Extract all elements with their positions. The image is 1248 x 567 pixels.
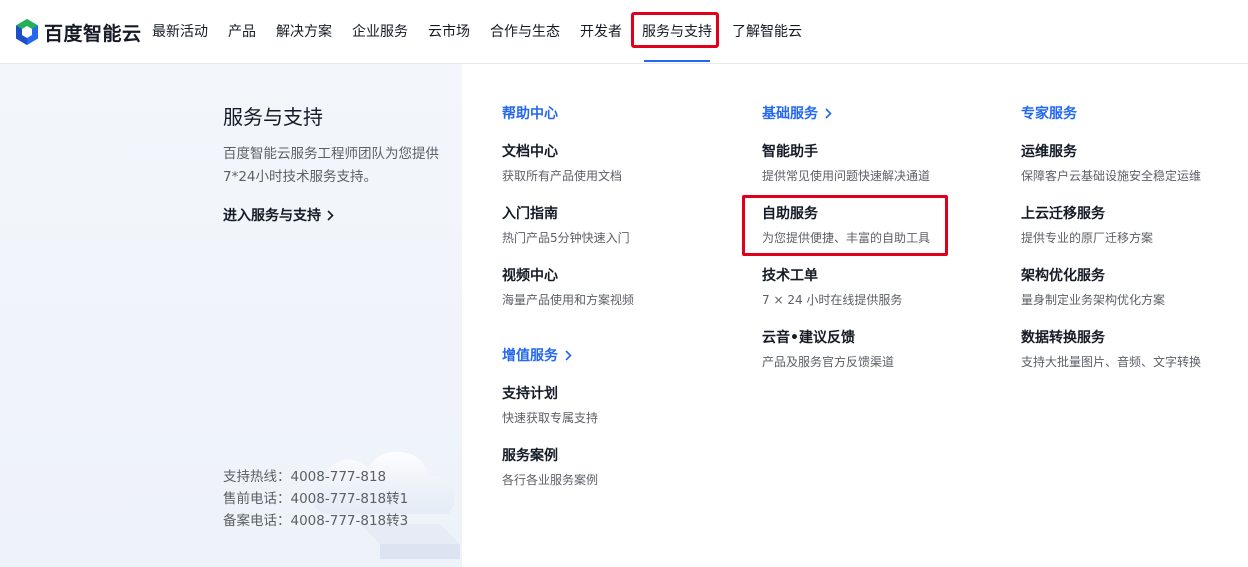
menu-item-feedback[interactable]: 云音•建议反馈 产品及服务官方反馈渠道 (762, 328, 894, 371)
menu-item-title: 入门指南 (502, 206, 558, 222)
nav-solutions[interactable]: 解决方案 (276, 21, 332, 43)
menu-item-desc: 热门产品5分钟快速入门 (502, 231, 630, 245)
menu-item-title: 架构优化服务 (1021, 268, 1105, 284)
nav-latest-events[interactable]: 最新活动 (152, 21, 208, 43)
menu-item-desc: 保障客户云基础设施安全稳定运维 (1021, 169, 1202, 183)
nav-cloud-market[interactable]: 云市场 (428, 21, 470, 43)
menu-item-desc: 提供专业的原厂迁移方案 (1021, 231, 1154, 245)
menu-item-desc: 快速获取专属支持 (502, 411, 599, 425)
expert-services-heading[interactable]: 专家服务 (1021, 103, 1077, 123)
top-navigation: 百度智能云 最新活动 产品 解决方案 企业服务 云市场 合作与生态 开发者 服务… (0, 0, 1248, 64)
menu-item-desc: 获取所有产品使用文档 (502, 169, 623, 183)
menu-item-ops-service[interactable]: 运维服务 保障客户云基础设施安全稳定运维 (1021, 142, 1201, 185)
support-description: 百度智能云服务工程师团队为您提供7*24小时技术服务支持。 (223, 146, 439, 185)
chevron-right-icon (565, 349, 572, 361)
menu-item-title: 运维服务 (1021, 144, 1077, 160)
nav-enterprise-services[interactable]: 企业服务 (352, 21, 408, 43)
basic-services-heading-label: 基础服务 (762, 106, 818, 122)
baidu-cloud-logo-icon (16, 19, 38, 45)
menu-item-data-conversion[interactable]: 数据转换服务 支持大批量图片、音频、文字转换 (1021, 328, 1201, 371)
chevron-right-icon (825, 107, 832, 119)
menu-item-title: 上云迁移服务 (1021, 206, 1105, 222)
enter-support-label: 进入服务与支持 (223, 208, 321, 224)
nav-about-cloud[interactable]: 了解智能云 (732, 21, 802, 43)
menu-item-desc: 提供常见使用问题快速解决通道 (762, 169, 931, 183)
menu-item-tech-ticket[interactable]: 技术工单 7 × 24 小时在线提供服务 (762, 266, 902, 309)
nav-partners-ecosystem[interactable]: 合作与生态 (490, 21, 560, 43)
presales-phone: 售前电话：4008-777-818转1 (223, 491, 409, 507)
support-menu-panel (462, 64, 1248, 567)
menu-item-getting-started[interactable]: 入门指南 热门产品5分钟快速入门 (502, 204, 630, 247)
menu-item-title: 技术工单 (762, 268, 818, 284)
support-hotline: 支持热线：4008-777-818 (223, 469, 387, 485)
menu-item-desc: 为您提供便捷、丰富的自助工具 (762, 231, 931, 245)
menu-item-title: 支持计划 (502, 386, 558, 402)
menu-item-service-cases[interactable]: 服务案例 各行各业服务案例 (502, 446, 598, 489)
menu-item-title: 智能助手 (762, 144, 818, 160)
active-nav-highlight (631, 12, 719, 48)
menu-item-desc: 海量产品使用和方案视频 (502, 293, 635, 307)
menu-item-desc: 支持大批量图片、音频、文字转换 (1021, 355, 1202, 369)
chevron-right-icon (327, 209, 334, 221)
menu-item-support-plan[interactable]: 支持计划 快速获取专属支持 (502, 384, 598, 427)
filing-phone: 备案电话：4008-777-818转3 (223, 513, 409, 529)
menu-item-docs-center[interactable]: 文档中心 获取所有产品使用文档 (502, 142, 622, 185)
menu-item-desc: 产品及服务官方反馈渠道 (762, 355, 895, 369)
help-center-heading-label: 帮助中心 (502, 106, 558, 122)
menu-item-title: 文档中心 (502, 144, 558, 160)
menu-item-video-center[interactable]: 视频中心 海量产品使用和方案视频 (502, 266, 634, 309)
menu-item-self-service[interactable]: 自助服务 为您提供便捷、丰富的自助工具 (762, 204, 930, 247)
menu-item-desc: 7 × 24 小时在线提供服务 (762, 293, 903, 307)
menu-item-architecture-service[interactable]: 架构优化服务 量身制定业务架构优化方案 (1021, 266, 1165, 309)
brand-name: 百度智能云 (44, 22, 142, 45)
help-center-heading[interactable]: 帮助中心 (502, 103, 558, 123)
enter-support-link[interactable]: 进入服务与支持 (223, 205, 334, 225)
support-title: 服务与支持 (223, 105, 323, 129)
active-nav-underline (644, 60, 710, 62)
menu-item-title: 自助服务 (762, 206, 818, 222)
value-added-heading[interactable]: 增值服务 (502, 345, 572, 365)
expert-services-heading-label: 专家服务 (1021, 106, 1077, 122)
menu-item-migration-service[interactable]: 上云迁移服务 提供专业的原厂迁移方案 (1021, 204, 1153, 247)
menu-item-title: 视频中心 (502, 268, 558, 284)
value-added-heading-label: 增值服务 (502, 348, 558, 364)
menu-item-title: 服务案例 (502, 448, 558, 464)
menu-item-title: 数据转换服务 (1021, 330, 1105, 346)
nav-products[interactable]: 产品 (228, 21, 256, 43)
basic-services-heading[interactable]: 基础服务 (762, 103, 832, 123)
menu-item-desc: 各行各业服务案例 (502, 473, 599, 487)
menu-item-title: 云音•建议反馈 (762, 330, 855, 346)
menu-item-smart-assistant[interactable]: 智能助手 提供常见使用问题快速解决通道 (762, 142, 930, 185)
nav-developers[interactable]: 开发者 (580, 21, 622, 43)
menu-item-desc: 量身制定业务架构优化方案 (1021, 293, 1166, 307)
brand-logo[interactable]: 百度智能云 (14, 17, 142, 47)
